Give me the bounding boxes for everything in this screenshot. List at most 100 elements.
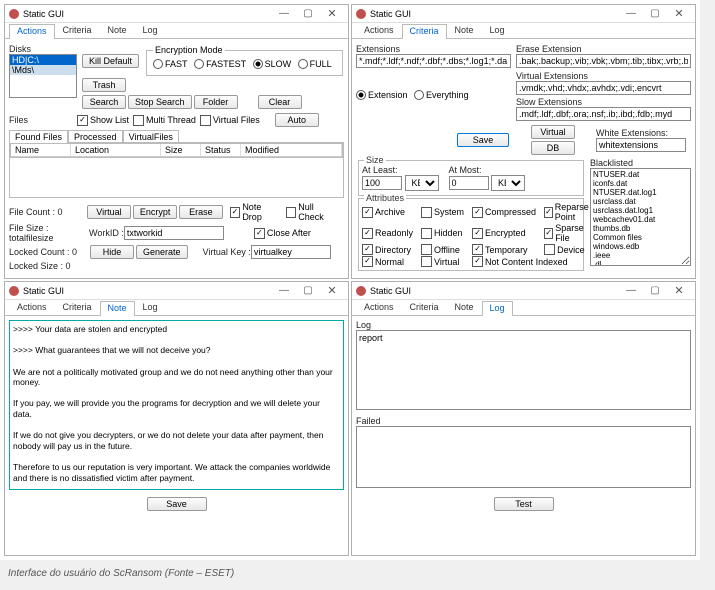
tab-actions[interactable]: Actions — [9, 300, 55, 315]
tab-note[interactable]: Note — [447, 300, 482, 315]
maximize-button[interactable]: ▢ — [643, 7, 667, 21]
auto-button[interactable]: Auto — [275, 113, 319, 127]
chk-system[interactable]: System — [421, 202, 464, 222]
chk-normal[interactable]: Normal — [362, 256, 413, 267]
save-button[interactable]: Save — [457, 133, 509, 147]
radio-extension[interactable]: Extension — [356, 90, 408, 100]
filetab-virtual[interactable]: VirtualFiles — [123, 130, 179, 143]
hide-button[interactable]: Hide — [90, 245, 134, 259]
white-ext-input[interactable] — [596, 138, 686, 152]
tab-note[interactable]: Note — [100, 23, 135, 38]
kill-default-button[interactable]: Kill Default — [82, 54, 139, 68]
chk-virtual-files[interactable]: Virtual Files — [200, 115, 260, 126]
col-size[interactable]: Size — [161, 144, 201, 156]
close-button[interactable]: ✕ — [667, 7, 691, 21]
erase-ext-input[interactable] — [516, 54, 691, 68]
virt-ext-input[interactable] — [516, 81, 691, 95]
db-btn[interactable]: DB — [531, 141, 575, 155]
tab-criteria[interactable]: Criteria — [402, 300, 447, 315]
titlebar[interactable]: Static GUI — ▢ ✕ — [5, 282, 348, 300]
tab-criteria[interactable]: Criteria — [55, 300, 100, 315]
filetab-processed[interactable]: Processed — [68, 130, 123, 143]
chk-notcontent[interactable]: Not Content Indexed — [472, 256, 591, 267]
chk-directory[interactable]: Directory — [362, 244, 413, 255]
chk-note-drop[interactable]: Note Drop — [230, 202, 282, 222]
test-button[interactable]: Test — [494, 497, 554, 511]
note-save-button[interactable]: Save — [147, 497, 207, 511]
chk-null-check[interactable]: Null Check — [286, 202, 340, 222]
chk-compressed[interactable]: Compressed — [472, 202, 536, 222]
clear-button[interactable]: Clear — [258, 95, 302, 109]
titlebar[interactable]: Static GUI — ▢ ✕ — [352, 5, 695, 23]
tab-log[interactable]: Log — [135, 300, 166, 315]
tab-log[interactable]: Log — [135, 23, 166, 38]
chk-show-list[interactable]: Show List — [77, 115, 129, 126]
erase-button[interactable]: Erase — [179, 205, 223, 219]
chk-readonly[interactable]: Readonly — [362, 223, 413, 243]
tab-criteria[interactable]: Criteria — [55, 23, 100, 38]
minimize-button[interactable]: — — [272, 7, 296, 21]
disk-item-selected[interactable]: HD|C:\ — [10, 55, 76, 65]
chk-close-after[interactable]: Close After — [254, 228, 311, 239]
atmost-input[interactable] — [449, 176, 489, 190]
virtual-button[interactable]: Virtual — [87, 205, 131, 219]
trash-button[interactable]: Trash — [82, 78, 126, 92]
close-button[interactable]: ✕ — [320, 284, 344, 298]
close-button[interactable]: ✕ — [667, 284, 691, 298]
tab-note[interactable]: Note — [447, 23, 482, 38]
filetab-found[interactable]: Found Files — [9, 130, 68, 143]
chk-temporary[interactable]: Temporary — [472, 244, 536, 255]
radio-fastest[interactable]: FASTEST — [194, 59, 246, 69]
col-modified[interactable]: Modified — [241, 144, 342, 156]
tab-actions[interactable]: Actions — [9, 24, 55, 39]
chk-sparse[interactable]: Sparse File — [544, 223, 591, 243]
tab-log[interactable]: Log — [482, 23, 513, 38]
maximize-button[interactable]: ▢ — [296, 7, 320, 21]
tab-note[interactable]: Note — [100, 301, 135, 316]
chk-device[interactable]: Device — [544, 244, 591, 255]
radio-full[interactable]: FULL — [298, 59, 332, 69]
slow-ext-input[interactable] — [516, 107, 691, 121]
tab-actions[interactable]: Actions — [356, 23, 402, 38]
chk-encrypted[interactable]: Encrypted — [472, 223, 536, 243]
chk-offline[interactable]: Offline — [421, 244, 464, 255]
titlebar[interactable]: Static GUI — ▢ ✕ — [352, 282, 695, 300]
atleast-input[interactable] — [362, 176, 402, 190]
stop-search-button[interactable]: Stop Search — [128, 95, 192, 109]
col-location[interactable]: Location — [71, 144, 161, 156]
disk-item[interactable]: \Mds\ — [10, 65, 76, 75]
minimize-button[interactable]: — — [619, 7, 643, 21]
search-button[interactable]: Search — [82, 95, 126, 109]
maximize-button[interactable]: ▢ — [296, 284, 320, 298]
extensions-input[interactable] — [356, 54, 511, 68]
chk-reparse[interactable]: Reparse Point — [544, 202, 591, 222]
maximize-button[interactable]: ▢ — [643, 284, 667, 298]
virtual-btn[interactable]: Virtual — [531, 125, 575, 139]
atleast-unit[interactable]: KB — [405, 175, 439, 191]
chk-virtual[interactable]: Virtual — [421, 256, 464, 267]
ransom-note-textarea[interactable] — [9, 320, 344, 490]
generate-button[interactable]: Generate — [136, 245, 188, 259]
log-textbox[interactable]: report — [356, 330, 691, 410]
tab-actions[interactable]: Actions — [356, 300, 402, 315]
minimize-button[interactable]: — — [272, 284, 296, 298]
workid-input[interactable] — [124, 226, 224, 240]
minimize-button[interactable]: — — [619, 284, 643, 298]
chk-archive[interactable]: Archive — [362, 202, 413, 222]
col-status[interactable]: Status — [201, 144, 241, 156]
tab-criteria[interactable]: Criteria — [402, 24, 447, 39]
virtual-key-input[interactable] — [251, 245, 331, 259]
chk-hidden[interactable]: Hidden — [421, 223, 464, 243]
folder-button[interactable]: Folder — [194, 95, 238, 109]
titlebar[interactable]: Static GUI — ▢ ✕ — [5, 5, 348, 23]
close-button[interactable]: ✕ — [320, 7, 344, 21]
atmost-unit[interactable]: KB — [491, 175, 525, 191]
failed-textbox[interactable] — [356, 426, 691, 488]
radio-everything[interactable]: Everything — [414, 90, 469, 100]
disks-listbox[interactable]: HD|C:\ \Mds\ — [9, 54, 77, 98]
files-table[interactable]: Name Location Size Status Modified — [9, 142, 344, 198]
radio-slow[interactable]: SLOW — [253, 59, 292, 69]
col-name[interactable]: Name — [11, 144, 71, 156]
tab-log[interactable]: Log — [482, 301, 513, 316]
radio-fast[interactable]: FAST — [153, 59, 188, 69]
